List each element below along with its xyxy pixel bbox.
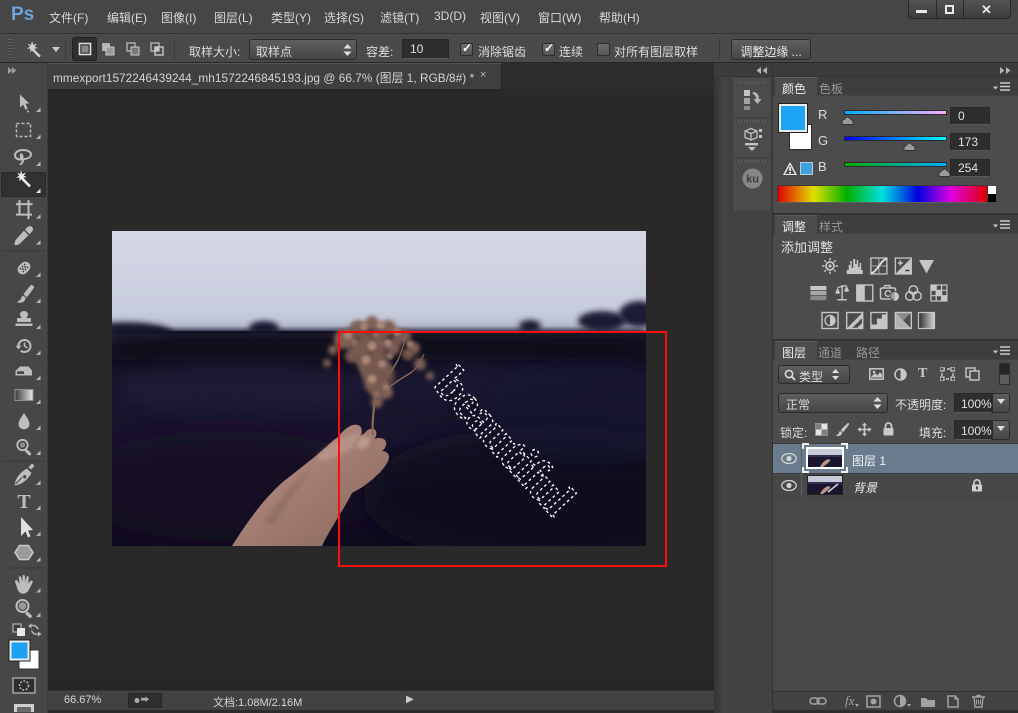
- svg-text:fx: fx: [845, 694, 855, 708]
- svg-text:T: T: [17, 491, 31, 513]
- svg-text:ku: ku: [746, 174, 759, 186]
